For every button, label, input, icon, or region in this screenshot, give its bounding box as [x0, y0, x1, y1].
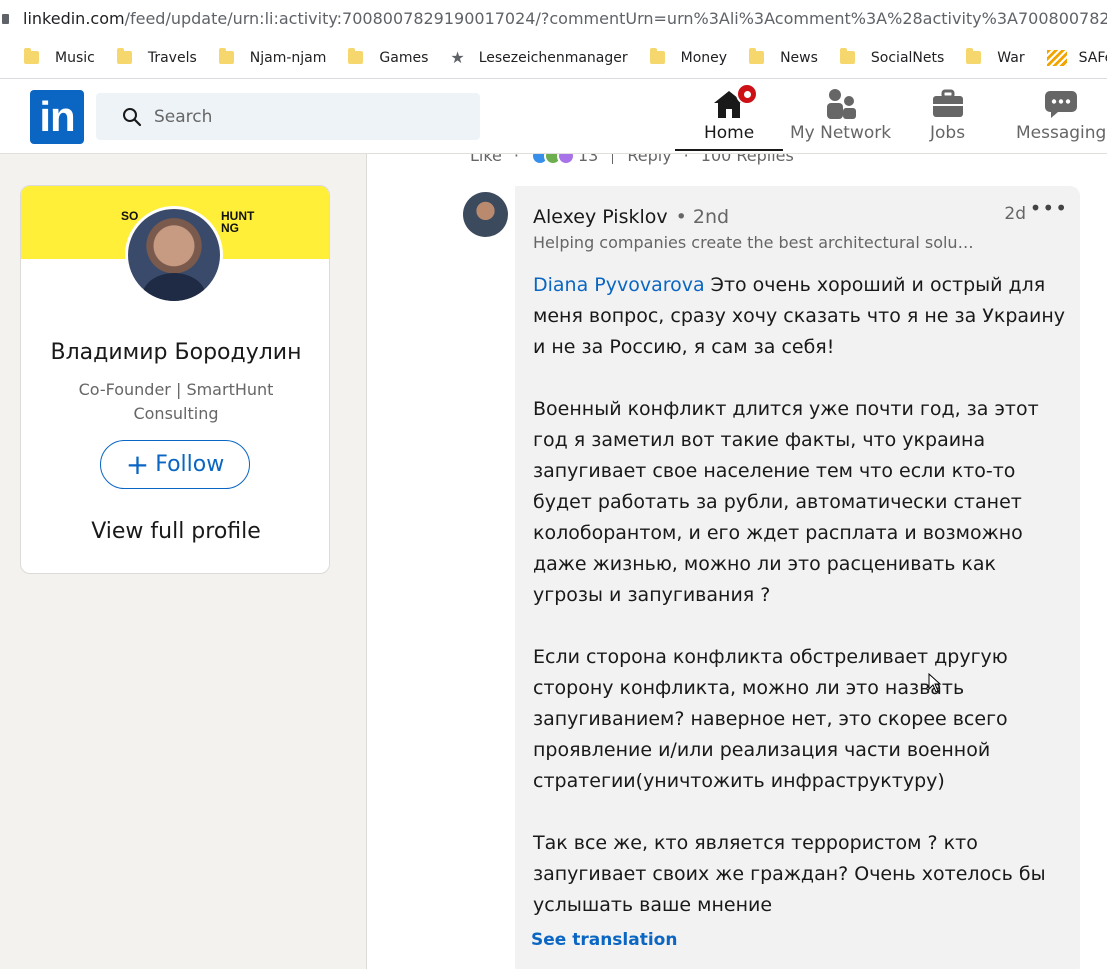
address-bar[interactable]: linkedin.com/feed/update/urn:li:activity… [0, 0, 1107, 37]
safe-icon [1046, 49, 1067, 66]
url-host: linkedin.com [23, 9, 125, 28]
bookmark-games[interactable]: Games [348, 48, 428, 66]
url-path: /feed/update/urn:li:activity:70080078291… [124, 9, 1107, 28]
folder-icon [966, 48, 982, 64]
comment-timestamp: 2d [1004, 204, 1026, 224]
nav-network-label: My Network [790, 123, 892, 143]
comment-paragraph: Если сторона конфликта обстреливает друг… [533, 646, 1008, 792]
search-box[interactable] [96, 93, 480, 140]
briefcase-icon [931, 87, 965, 121]
folder-icon [116, 48, 132, 64]
comment-body: Diana Pyvovarova Это очень хороший и ост… [533, 270, 1068, 952]
bookmark-manager[interactable]: ★ Lesezeichenmanager [450, 48, 627, 67]
folder-icon [749, 48, 765, 64]
comment-paragraph: Военный конфликт длится уже почти год, з… [533, 398, 1039, 606]
bookmark-njam-njam[interactable]: Njam-njam [218, 48, 326, 66]
bookmark-music[interactable]: Music [24, 48, 95, 66]
comment-author-headline: Helping companies create the best archit… [533, 233, 974, 252]
bookmark-news[interactable]: News [749, 48, 818, 66]
reaction-count[interactable]: 13 [578, 154, 598, 165]
nav-home-label: Home [704, 123, 755, 143]
messaging-icon [1044, 87, 1078, 121]
folder-icon [218, 48, 234, 64]
previous-comment-actions: Like · 13 Reply · 100 Replies [470, 154, 794, 165]
reactions-icon[interactable] [531, 154, 575, 165]
comments-panel: Like · 13 Reply · 100 Replies Alexey Pis… [366, 154, 1107, 969]
star-icon: ★ [450, 48, 465, 67]
view-full-profile-link[interactable]: View full profile [21, 519, 329, 544]
profile-avatar[interactable] [125, 206, 223, 304]
folder-icon [649, 48, 665, 64]
connection-degree: • 2nd [675, 206, 730, 228]
folder-icon [839, 48, 855, 64]
folder-icon [348, 48, 364, 64]
search-icon [123, 107, 142, 126]
reply-button[interactable]: Reply [627, 154, 671, 165]
notification-badge [736, 83, 759, 105]
comment: Alexey Pisklov • 2nd Helping companies cr… [515, 186, 1080, 969]
linkedin-logo[interactable]: in [30, 90, 84, 144]
banner-logo-text: SO HUNT NG [121, 209, 255, 235]
linkedin-header: in Home My Network Jobs Messaging [0, 79, 1107, 154]
replies-count[interactable]: 100 Replies [701, 154, 794, 165]
lock-icon [2, 13, 9, 24]
profile-name[interactable]: Владимир Бородулин [21, 340, 329, 365]
nav-jobs-label: Jobs [930, 123, 966, 143]
bookmark-travels[interactable]: Travels [116, 48, 197, 66]
bookmark-socialnets[interactable]: SocialNets [839, 48, 944, 66]
nav-home[interactable]: Home [674, 83, 784, 151]
mouse-cursor-icon [928, 673, 942, 693]
bookmark-money[interactable]: Money [649, 48, 727, 66]
search-input[interactable] [154, 106, 454, 127]
follow-button[interactable]: + Follow [100, 440, 250, 489]
home-icon [712, 83, 759, 121]
nav-jobs[interactable]: Jobs [930, 87, 965, 143]
comment-author[interactable]: Alexey Pisklov • 2nd [533, 206, 729, 228]
more-options-icon[interactable]: ••• [1030, 196, 1068, 220]
folder-icon [24, 48, 39, 64]
url-text[interactable]: linkedin.com/feed/update/urn:li:activity… [23, 9, 1107, 28]
plus-icon: + [125, 447, 150, 481]
profile-headline: Co-Founder | SmartHunt Consulting [78, 380, 274, 423]
bookmark-safe[interactable]: SAFe 5 for L [1046, 49, 1107, 66]
mention-link[interactable]: Diana Pyvovarova [533, 274, 705, 296]
see-translation-link[interactable]: See translation [531, 930, 677, 950]
comment-author-avatar[interactable] [463, 192, 508, 237]
comment-paragraph: Так все же, кто является террористом ? к… [533, 832, 1046, 916]
profile-card: SO HUNT NG Владимир Бородулин Co-Founder … [20, 185, 330, 574]
like-button[interactable]: Like [470, 154, 502, 165]
people-icon [824, 87, 858, 121]
nav-messaging-label: Messaging [1016, 123, 1107, 143]
bookmarks-bar: Music Travels Njam-njam Games ★ Lesezeich… [0, 37, 1107, 79]
nav-messaging[interactable]: Messaging [1016, 87, 1106, 143]
nav-my-network[interactable]: My Network [790, 87, 891, 143]
bookmark-war[interactable]: War [966, 48, 1025, 66]
